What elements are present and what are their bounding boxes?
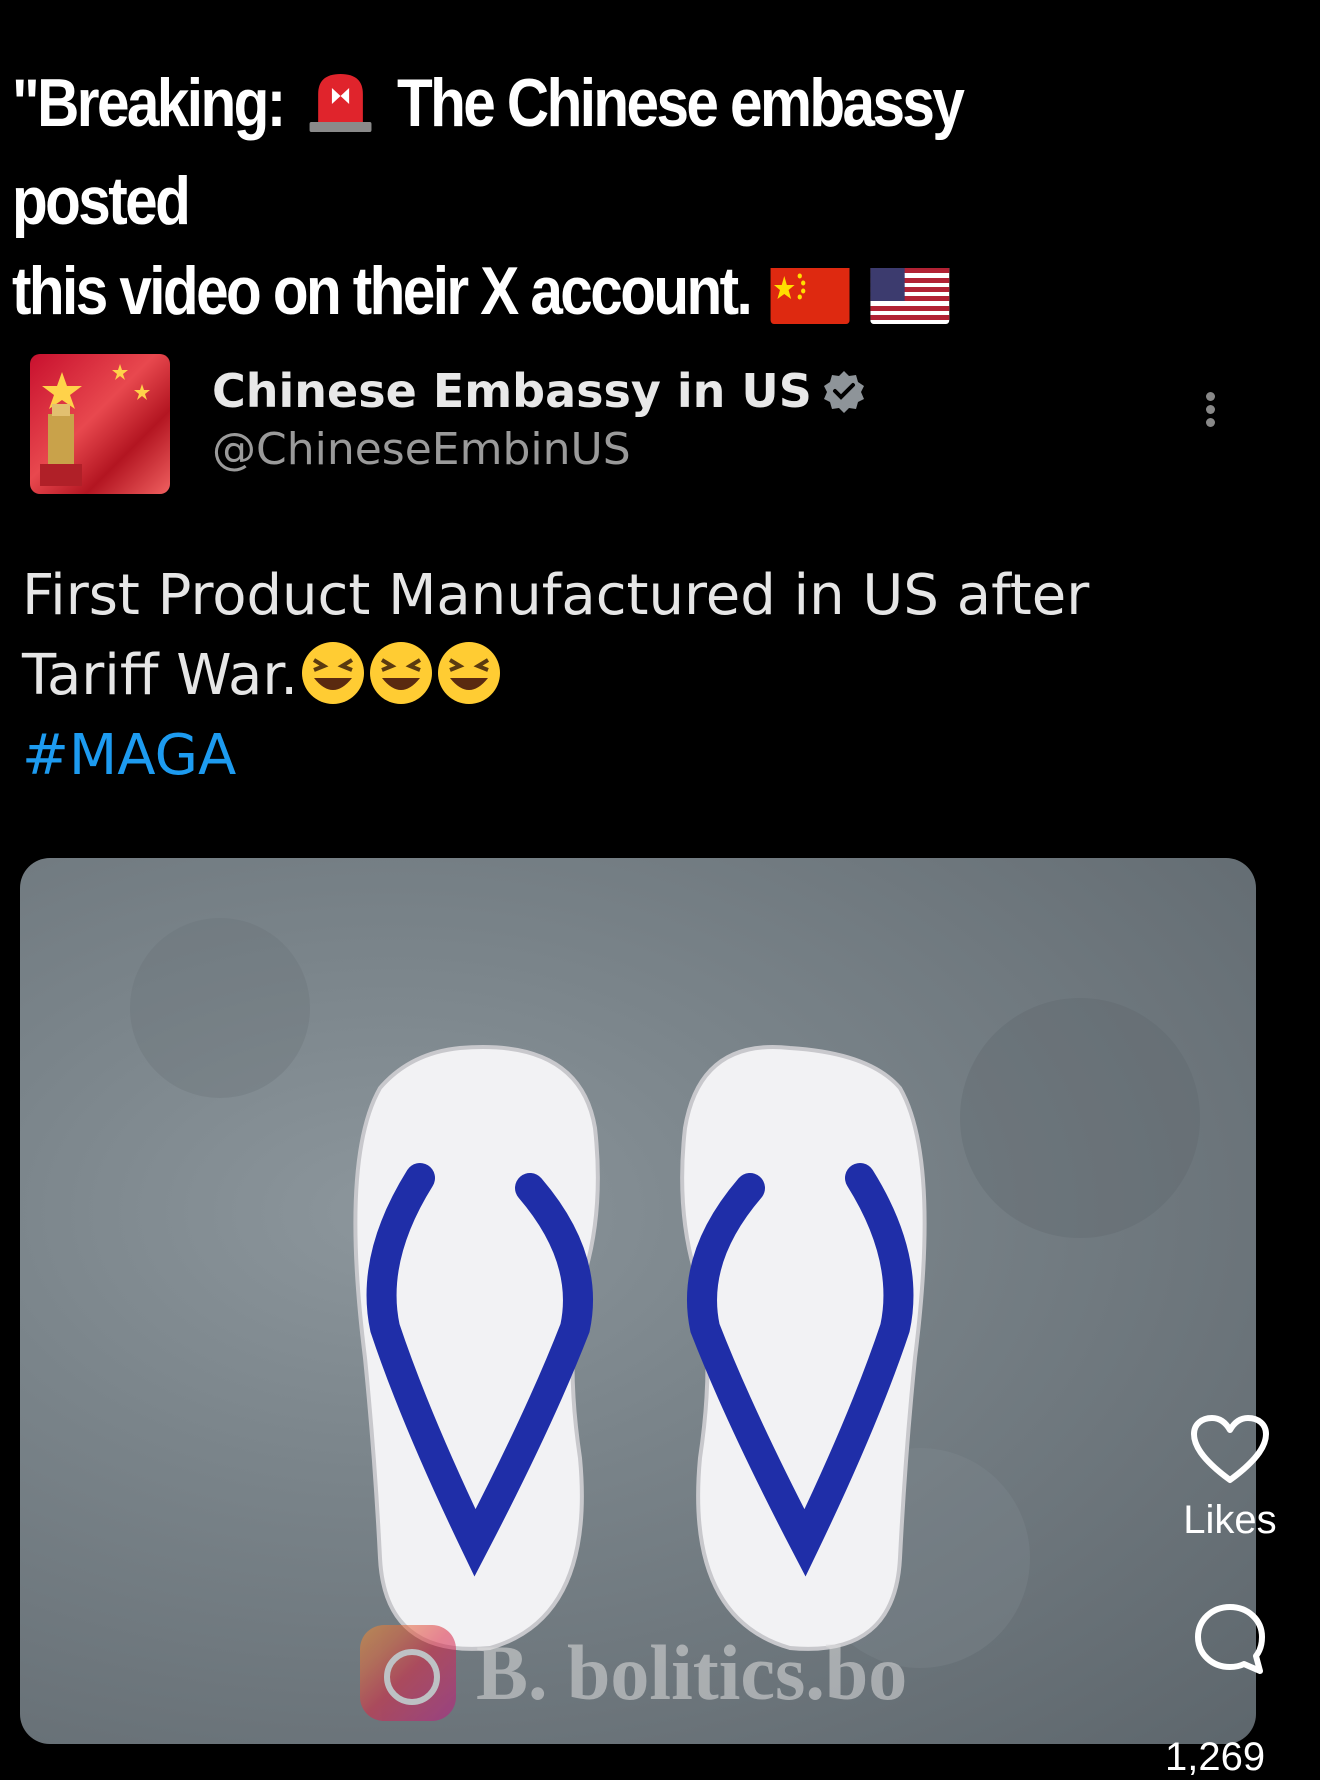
avatar[interactable] xyxy=(30,354,170,494)
verified-badge-icon xyxy=(822,369,866,413)
instagram-icon xyxy=(360,1625,456,1721)
author-handle[interactable]: @ChineseEmbinUS xyxy=(212,424,631,475)
caption-line2: this video on their X account. xyxy=(12,253,753,329)
china-flag-icon xyxy=(770,262,850,324)
side-actions: Likes xyxy=(1170,1414,1290,1681)
media-image[interactable]: B. bolitics.bo xyxy=(20,858,1256,1744)
tweet-header: Chinese Embassy in US @ChineseEmbinUS xyxy=(30,354,1270,494)
watermark: B. bolitics.bo xyxy=(360,1618,907,1728)
usa-flag-icon xyxy=(870,262,950,324)
laughing-emoji-icon xyxy=(368,640,434,706)
author-name[interactable]: Chinese Embassy in US xyxy=(212,364,866,418)
caption-breaking: "Breaking: xyxy=(12,65,286,141)
comment-count: 1,269 xyxy=(1165,1735,1266,1779)
likes-label[interactable]: Likes xyxy=(1170,1498,1290,1543)
hashtag-link[interactable]: #MAGA xyxy=(22,723,236,788)
watermark-text: B. bolitics.bo xyxy=(476,1629,908,1716)
tweet-text: First Product Manufactured in US after T… xyxy=(22,556,1202,796)
flip-flops-illustration xyxy=(130,918,1200,1668)
tweet-text-line1: First Product Manufactured in US after xyxy=(22,563,1090,628)
laughing-emoji-icon xyxy=(436,640,502,706)
more-options-icon[interactable] xyxy=(1200,388,1220,438)
heart-icon[interactable] xyxy=(1170,1414,1290,1490)
caption-text: "Breaking: The Chinese embassy posted th… xyxy=(12,58,1044,336)
police-light-icon xyxy=(306,66,375,156)
tweet-text-line2: Tariff War. xyxy=(22,643,299,708)
laughing-emoji-icon xyxy=(300,640,366,706)
comment-icon[interactable] xyxy=(1170,1601,1290,1681)
